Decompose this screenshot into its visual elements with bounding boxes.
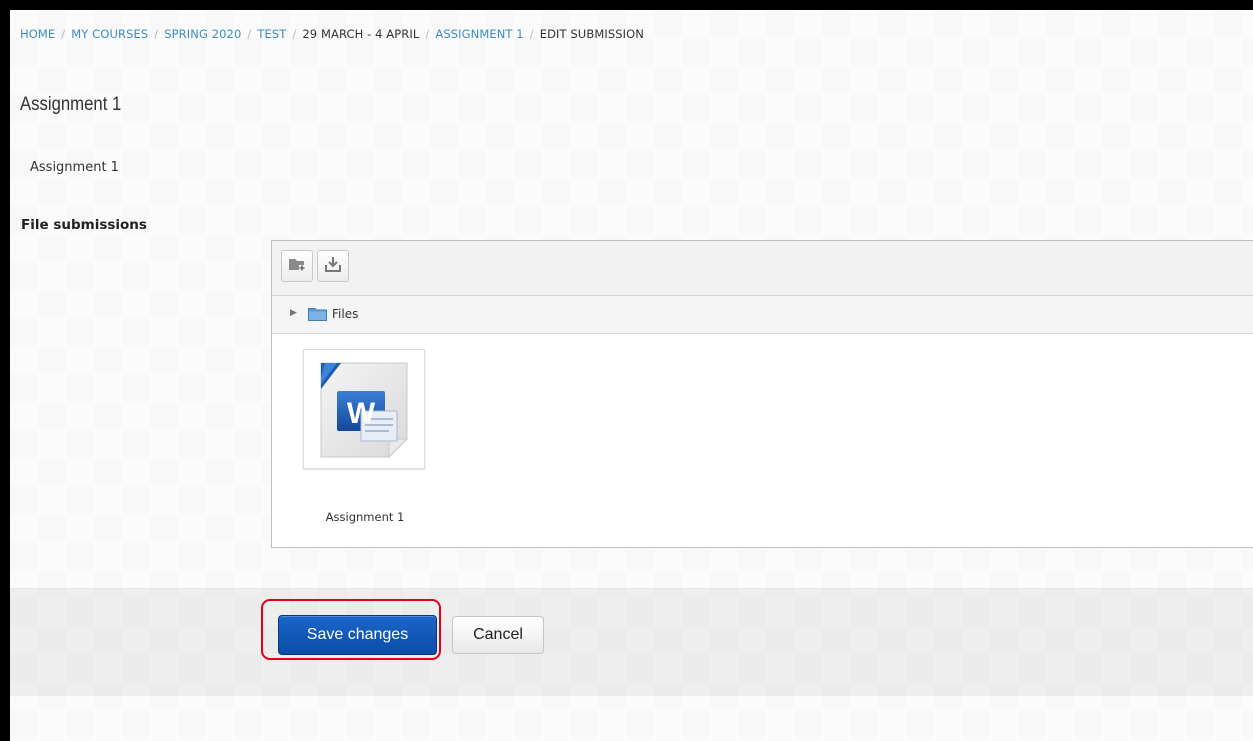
- breadcrumb-separator: /: [61, 27, 66, 41]
- file-manager-content: W Assignment 1: [272, 334, 1253, 546]
- download-all-button[interactable]: [317, 250, 349, 282]
- assignment-intro: Assignment 1: [30, 160, 119, 175]
- file-submissions-label: File submissions: [21, 217, 147, 233]
- word-document-icon: W: [315, 359, 413, 463]
- breadcrumb: HOME / MY COURSES / SPRING 2020 / TEST / 29 MARC…: [20, 27, 644, 41]
- file-name[interactable]: Assignment 1: [303, 510, 427, 524]
- breadcrumb-separator: /: [154, 27, 159, 41]
- breadcrumb-week: 29 MARCH - 4 APRIL: [302, 27, 420, 41]
- file-manager: ▶ Files W Assignment 1: [271, 240, 1253, 548]
- word-icon-letter: W: [347, 397, 376, 430]
- breadcrumb-test[interactable]: TEST: [257, 27, 286, 41]
- file-manager-path: ▶ Files: [272, 296, 1253, 334]
- form-actions: [10, 588, 1253, 696]
- file-tile[interactable]: W: [303, 349, 425, 469]
- triangle-right-icon[interactable]: ▶: [290, 308, 297, 318]
- breadcrumb-spring-2020[interactable]: SPRING 2020: [164, 27, 241, 41]
- breadcrumb-edit-submission: EDIT SUBMISSION: [539, 27, 644, 41]
- folder-icon: [308, 307, 327, 324]
- create-folder-button[interactable]: [281, 250, 313, 282]
- save-changes-button[interactable]: Save changes: [278, 615, 437, 655]
- page-title: Assignment 1: [20, 94, 122, 115]
- download-icon: [324, 255, 342, 277]
- breadcrumb-my-courses[interactable]: MY COURSES: [71, 27, 148, 41]
- breadcrumb-separator: /: [247, 27, 252, 41]
- breadcrumb-separator: /: [292, 27, 297, 41]
- folder-plus-icon: [288, 256, 306, 276]
- breadcrumb-separator: /: [529, 27, 534, 41]
- path-files-label[interactable]: Files: [332, 307, 358, 321]
- breadcrumb-separator: /: [425, 27, 430, 41]
- file-manager-toolbar: [272, 241, 1253, 296]
- cancel-button[interactable]: Cancel: [452, 616, 544, 654]
- page: HOME / MY COURSES / SPRING 2020 / TEST / 29 MARC…: [10, 10, 1253, 741]
- breadcrumb-home[interactable]: HOME: [20, 27, 55, 41]
- breadcrumb-assignment-1[interactable]: ASSIGNMENT 1: [435, 27, 523, 41]
